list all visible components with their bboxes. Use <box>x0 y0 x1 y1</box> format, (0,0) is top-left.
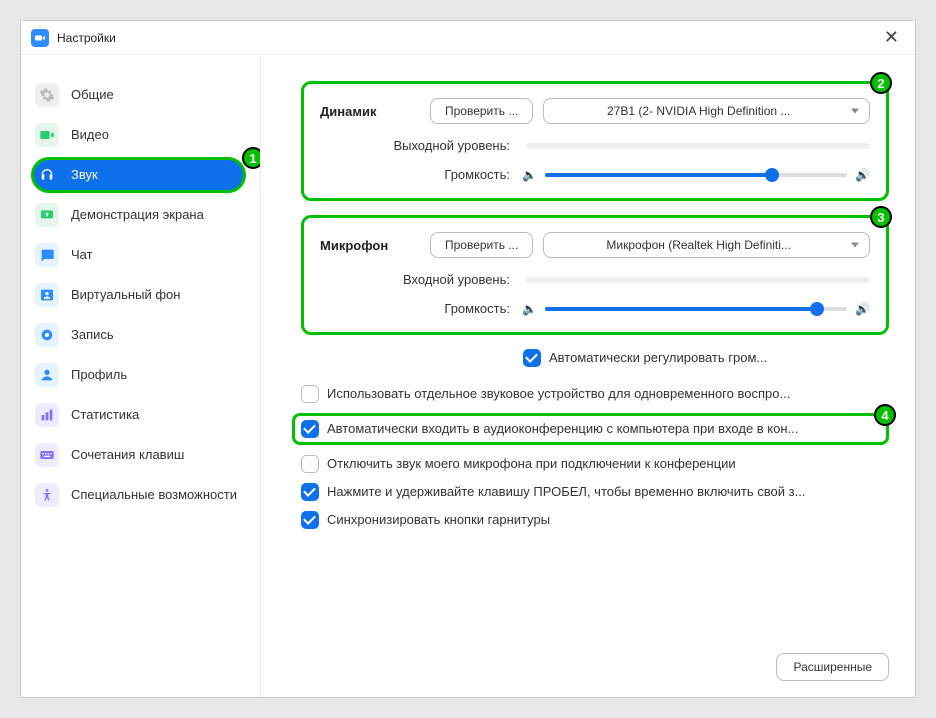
output-level-meter <box>526 143 870 149</box>
sidebar-item-label: Сочетания клавиш <box>71 447 184 463</box>
speaker-title: Динамик <box>320 104 430 119</box>
annotation-badge-3: 3 <box>870 206 892 228</box>
separate-device-row: Использовать отдельное звуковое устройст… <box>301 385 889 403</box>
sidebar-item-shortcuts[interactable]: Сочетания клавиш <box>21 435 260 475</box>
sidebar-item-label: Специальные возможности <box>71 487 237 503</box>
sidebar-item-profile[interactable]: Профиль <box>21 355 260 395</box>
sidebar-item-label: Видео <box>71 127 109 143</box>
auto-adjust-row: Автоматически регулировать гром... <box>523 349 889 367</box>
speaker-volume-label: Громкость: <box>320 167 510 182</box>
close-button[interactable]: ✕ <box>878 25 905 50</box>
sidebar-item-label: Статистика <box>71 407 139 423</box>
auto-join-audio-label: Автоматически входить в аудиоконференцию… <box>327 420 880 438</box>
sidebar-item-virtual-background[interactable]: Виртуальный фон <box>21 275 260 315</box>
annotation-badge-4: 4 <box>874 404 896 426</box>
annotation-badge-2: 2 <box>870 72 892 94</box>
sidebar-item-video[interactable]: Видео <box>21 115 260 155</box>
window-title: Настройки <box>57 31 116 45</box>
keyboard-icon <box>35 443 59 467</box>
sidebar-item-label: Запись <box>71 327 114 343</box>
active-highlight <box>31 157 246 193</box>
content-footer: Расширенные <box>301 635 889 681</box>
sidebar-item-label: Профиль <box>71 367 127 383</box>
record-icon <box>35 323 59 347</box>
space-unmute-label: Нажмите и удерживайте клавишу ПРОБЕЛ, чт… <box>327 483 889 501</box>
volume-high-icon: 🔊 <box>855 168 870 182</box>
sidebar-item-label: Звук <box>71 167 98 183</box>
test-speaker-button[interactable]: Проверить ... <box>430 98 533 124</box>
auto-join-audio-checkbox[interactable] <box>301 420 319 438</box>
microphone-panel: 3 Микрофон Проверить ... Микрофон (Realt… <box>301 215 889 335</box>
annotation-badge-1: 1 <box>242 147 261 169</box>
sidebar-item-label: Общие <box>71 87 114 103</box>
sidebar-item-chat[interactable]: Чат <box>21 235 260 275</box>
space-unmute-row: Нажмите и удерживайте клавишу ПРОБЕЛ, чт… <box>301 483 889 501</box>
virtual-bg-icon <box>35 283 59 307</box>
settings-window: Настройки ✕ Общие Видео 1 Звук Демонстра… <box>20 20 916 698</box>
mute-on-join-row: Отключить звук моего микрофона при подкл… <box>301 455 889 473</box>
content-area: 2 Динамик Проверить ... 27B1 (2- NVIDIA … <box>261 55 915 697</box>
advanced-button[interactable]: Расширенные <box>776 653 889 681</box>
sidebar-item-statistics[interactable]: Статистика <box>21 395 260 435</box>
auto-join-audio-row: 4 Автоматически входить в аудиоконференц… <box>292 413 889 445</box>
sidebar: Общие Видео 1 Звук Демонстрация экрана Ч… <box>21 55 261 697</box>
volume-low-icon: 🔈 <box>522 302 537 316</box>
sidebar-item-audio[interactable]: 1 Звук <box>21 155 260 195</box>
sync-headset-checkbox[interactable] <box>301 511 319 529</box>
video-icon <box>35 123 59 147</box>
sidebar-item-share-screen[interactable]: Демонстрация экрана <box>21 195 260 235</box>
sidebar-item-label: Демонстрация экрана <box>71 207 204 223</box>
auto-adjust-label: Автоматически регулировать гром... <box>549 349 889 367</box>
sync-headset-row: Синхронизировать кнопки гарнитуры <box>301 511 889 529</box>
volume-high-icon: 🔊 <box>855 302 870 316</box>
sidebar-item-label: Чат <box>71 247 93 263</box>
speaker-panel: 2 Динамик Проверить ... 27B1 (2- NVIDIA … <box>301 81 889 201</box>
sidebar-item-recording[interactable]: Запись <box>21 315 260 355</box>
share-screen-icon <box>35 203 59 227</box>
output-level-label: Выходной уровень: <box>320 138 510 153</box>
accessibility-icon <box>35 483 59 507</box>
separate-device-label: Использовать отдельное звуковое устройст… <box>327 385 889 403</box>
window-body: Общие Видео 1 Звук Демонстрация экрана Ч… <box>21 55 915 697</box>
headphones-icon <box>35 163 59 187</box>
microphone-title: Микрофон <box>320 238 430 253</box>
sidebar-item-general[interactable]: Общие <box>21 75 260 115</box>
gear-icon <box>35 83 59 107</box>
speaker-volume-slider[interactable] <box>545 173 847 177</box>
test-mic-button[interactable]: Проверить ... <box>430 232 533 258</box>
input-level-label: Входной уровень: <box>320 272 510 287</box>
statistics-icon <box>35 403 59 427</box>
sidebar-item-label: Виртуальный фон <box>71 287 180 303</box>
titlebar: Настройки ✕ <box>21 21 915 55</box>
space-unmute-checkbox[interactable] <box>301 483 319 501</box>
sidebar-item-accessibility[interactable]: Специальные возможности <box>21 475 260 515</box>
speaker-device-select[interactable]: 27B1 (2- NVIDIA High Definition ... <box>543 98 870 124</box>
mute-on-join-checkbox[interactable] <box>301 455 319 473</box>
auto-adjust-checkbox[interactable] <box>523 349 541 367</box>
separate-device-checkbox[interactable] <box>301 385 319 403</box>
volume-low-icon: 🔈 <box>522 168 537 182</box>
mic-volume-slider[interactable] <box>545 307 847 311</box>
chat-icon <box>35 243 59 267</box>
profile-icon <box>35 363 59 387</box>
sync-headset-label: Синхронизировать кнопки гарнитуры <box>327 511 889 529</box>
app-icon <box>31 29 49 47</box>
mic-device-select[interactable]: Микрофон (Realtek High Definiti... <box>543 232 870 258</box>
mute-on-join-label: Отключить звук моего микрофона при подкл… <box>327 455 889 473</box>
mic-volume-label: Громкость: <box>320 301 510 316</box>
input-level-meter <box>526 277 870 283</box>
